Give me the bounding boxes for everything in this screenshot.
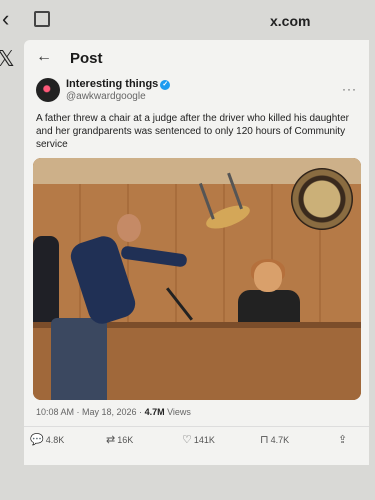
reply-count: 4.8K xyxy=(45,435,65,445)
like-button[interactable]: ♡ 141K xyxy=(182,433,215,446)
repost-count: 16K xyxy=(117,435,134,445)
repost-button[interactable]: ⇄ 16K xyxy=(106,433,133,446)
verified-badge-icon: ✓ xyxy=(160,80,171,90)
page-title: Post xyxy=(70,50,103,67)
repost-icon: ⇄ xyxy=(106,434,116,446)
views-count: 4.7M xyxy=(144,407,165,417)
post-actions: 💬 4.8K ⇄ 16K ♡ 141K ⊓ 4.7K ⇪ xyxy=(24,426,369,449)
post-photo[interactable] xyxy=(33,158,361,400)
back-arrow-icon[interactable]: ← xyxy=(36,48,52,66)
url-text[interactable]: x.com xyxy=(270,13,310,29)
bookmark-button[interactable]: ⊓ 4.7K xyxy=(260,433,289,446)
avatar[interactable] xyxy=(36,78,60,102)
bookmark-count: 4.7K xyxy=(270,435,290,445)
device-bottom-bar xyxy=(0,466,375,500)
browser-back-icon[interactable]: ‹ xyxy=(2,6,9,32)
views-label: Views xyxy=(164,407,191,417)
author-display-name[interactable]: Interesting things ✓ xyxy=(66,78,171,90)
reply-button[interactable]: 💬 4.8K xyxy=(30,433,64,446)
like-icon: ♡ xyxy=(182,434,192,446)
browser-top-bar: ‹ x.com xyxy=(0,0,375,40)
x-logo-icon[interactable]: 𝕏 xyxy=(0,46,15,72)
tab-switcher-icon[interactable] xyxy=(34,11,50,27)
reply-icon: 💬 xyxy=(30,434,44,446)
like-count: 141K xyxy=(193,435,215,445)
post-screen: ← Post Interesting things ✓ @awkwardgoogl… xyxy=(24,40,369,465)
post-timestamp[interactable]: 10:08 AM · May 18, 2026 · xyxy=(36,407,145,417)
post-author: Interesting things ✓ @awkwardgoogle ··· xyxy=(36,78,361,108)
post-metadata: 10:08 AM · May 18, 2026 · 4.7M Views xyxy=(36,407,191,417)
post-text: A father threw a chair at a judge after … xyxy=(36,113,349,150)
man-throwing-chair xyxy=(43,214,188,400)
share-icon: ⇪ xyxy=(338,434,348,446)
author-handle[interactable]: @awkwardgoogle xyxy=(66,91,146,102)
share-button[interactable]: ⇪ xyxy=(338,433,349,446)
post-header: ← Post xyxy=(24,40,369,74)
bookmark-icon: ⊓ xyxy=(260,434,269,446)
court-seal xyxy=(291,168,353,230)
more-options-icon[interactable]: ··· xyxy=(342,82,357,96)
